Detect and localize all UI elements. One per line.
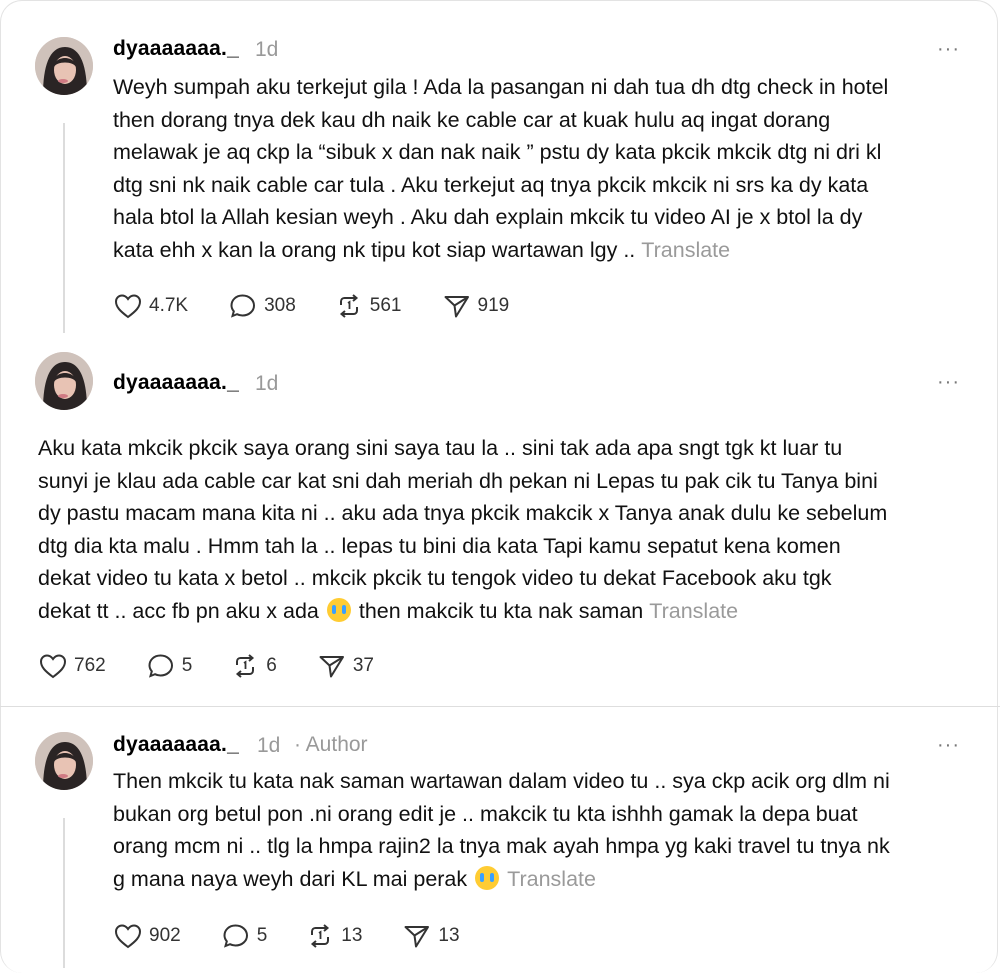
reply-button[interactable]: 5 [221, 922, 268, 950]
reply-count: 308 [264, 295, 296, 316]
repost-count: 13 [341, 925, 363, 946]
repost-button[interactable]: 6 [230, 652, 277, 680]
heart-icon [39, 654, 67, 679]
crying-emoji-icon [326, 597, 351, 622]
reply-count: 5 [181, 655, 193, 676]
comment-icon [230, 294, 256, 318]
repost-icon [311, 924, 330, 948]
repost-icon [236, 654, 255, 678]
post-time[interactable]: 1d [255, 372, 278, 396]
thread-line [63, 818, 65, 968]
translate-link[interactable]: Translate [649, 599, 738, 623]
username[interactable]: dyaaaaaaa._ [113, 37, 239, 61]
author-badge: · Author [294, 733, 368, 756]
like-button[interactable]: 762 [38, 652, 106, 680]
avatar[interactable] [35, 352, 93, 410]
heart-icon [114, 924, 142, 949]
action-bar: 762 5 6 37 [38, 652, 374, 680]
share-count: 919 [477, 295, 510, 316]
more-options-button[interactable]: ··· [937, 38, 960, 61]
like-count: 762 [74, 655, 106, 676]
heart-icon [114, 294, 142, 319]
send-icon [319, 656, 344, 678]
repost-count: 561 [369, 295, 402, 316]
divider [0, 706, 1000, 707]
comment-icon [223, 924, 248, 948]
like-button[interactable]: 4.7K [113, 292, 188, 320]
post-body: Then mkcik tu kata nak saman wartawan da… [113, 769, 890, 891]
repost-count: 6 [266, 655, 277, 676]
like-count: 902 [149, 925, 181, 946]
like-button[interactable]: 902 [113, 922, 181, 950]
reply-button[interactable]: 5 [146, 652, 193, 680]
reply-count: 5 [256, 925, 268, 946]
send-icon [444, 296, 469, 318]
send-icon [404, 926, 430, 948]
avatar[interactable] [35, 37, 93, 95]
crying-emoji-icon [475, 865, 500, 890]
share-count: 37 [352, 655, 374, 676]
username[interactable]: dyaaaaaaa._ [113, 733, 239, 757]
translate-link[interactable]: Translate [641, 238, 730, 262]
more-options-button[interactable]: ··· [937, 734, 960, 757]
repost-button[interactable]: 13 [305, 922, 362, 950]
post-body: Aku kata mkcik pkcik saya orang sini say… [38, 436, 888, 623]
action-bar: 4.7K 308 561 919 [113, 292, 509, 320]
action-bar: 902 5 13 13 [113, 922, 460, 950]
post-time[interactable]: 1d [255, 38, 278, 62]
thread-line [63, 123, 65, 333]
reply-button[interactable]: 308 [228, 292, 296, 320]
share-button[interactable]: 919 [442, 292, 510, 320]
share-button[interactable]: 13 [402, 922, 460, 950]
share-count: 13 [438, 925, 460, 946]
like-count: 4.7K [149, 295, 189, 316]
translate-link[interactable]: Translate [507, 867, 596, 891]
username[interactable]: dyaaaaaaa._ [113, 371, 239, 395]
repost-icon [339, 294, 358, 318]
comment-icon [148, 654, 173, 678]
share-button[interactable]: 37 [317, 652, 374, 680]
repost-button[interactable]: 561 [334, 292, 402, 320]
post-time[interactable]: 1d [257, 734, 280, 758]
avatar[interactable] [35, 732, 93, 790]
post-body: Weyh sumpah aku terkejut gila ! Ada la p… [113, 75, 889, 262]
more-options-button[interactable]: ··· [937, 371, 960, 394]
